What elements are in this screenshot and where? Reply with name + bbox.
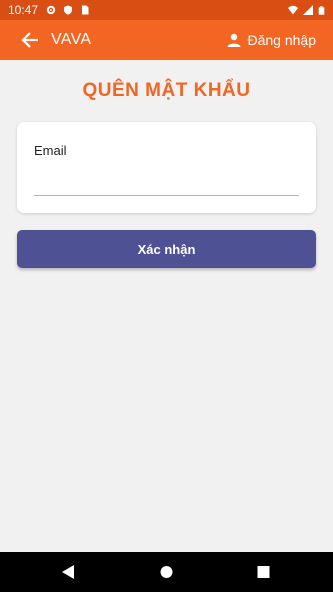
login-button[interactable]: Đăng nhập [227,32,316,48]
email-card: Email [17,122,316,213]
shield-icon [64,5,73,15]
person-icon [227,33,241,47]
signal-icon [303,5,313,15]
email-field[interactable] [34,172,299,196]
email-label: Email [34,143,67,158]
status-bar: 10:47 [0,0,333,20]
back-triangle-icon[interactable] [61,564,75,580]
back-button[interactable] [18,28,42,52]
app-title: VAVA [51,31,92,48]
recents-square-icon[interactable] [257,564,270,580]
wifi-icon [288,5,298,15]
confirm-button[interactable]: Xác nhận [17,230,316,268]
battery-icon [318,5,325,15]
page-title: QUÊN MẬT KHẨU [82,80,251,101]
settings-icon [46,5,56,15]
sim-card-icon [82,5,89,15]
login-label: Đăng nhập [247,32,316,48]
nav-bar [0,552,333,592]
app-bar: VAVA Đăng nhập [0,20,333,60]
home-circle-icon[interactable] [159,564,174,580]
back-arrow-icon [21,32,38,48]
status-time: 10:47 [8,3,39,17]
